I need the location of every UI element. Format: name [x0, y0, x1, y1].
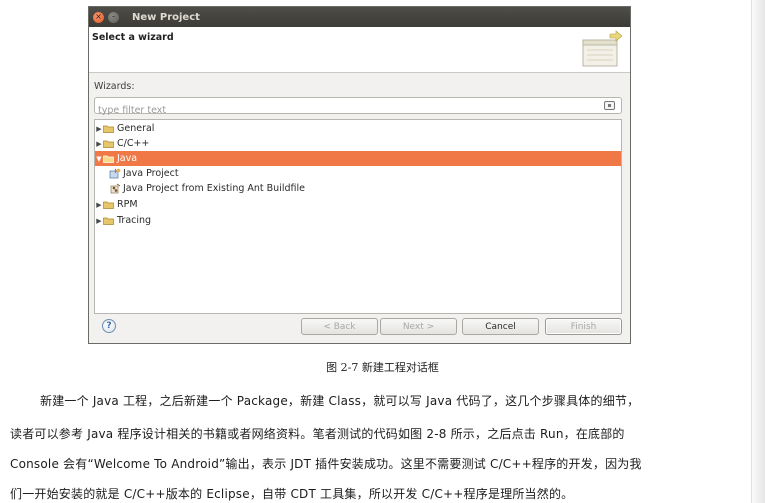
wizard-tree[interactable]: ▶ General ▶ C/C++ ▼ Java Java Project Ja…	[94, 119, 622, 314]
java-project-icon	[109, 168, 121, 179]
title-bar: × – New Project	[89, 7, 630, 27]
header-title: Select a wizard	[92, 32, 174, 43]
back-button[interactable]: < Back	[301, 318, 378, 335]
next-button[interactable]: Next >	[380, 318, 457, 335]
help-icon[interactable]: ?	[102, 319, 116, 333]
expand-arrow-icon[interactable]: ▶	[95, 140, 103, 148]
folder-icon	[103, 125, 114, 133]
tree-item-label: Java Project from Existing Ant Buildfile	[123, 183, 305, 194]
tree-item-rpm[interactable]: ▶ RPM	[95, 197, 621, 212]
page-edge	[751, 0, 765, 503]
tree-item-label: RPM	[117, 199, 138, 210]
tree-item-label: Java Project	[123, 168, 179, 179]
tree-item-tracing[interactable]: ▶ Tracing	[95, 213, 621, 228]
folder-icon	[103, 140, 114, 148]
wizard-banner-icon	[582, 30, 623, 67]
body-text-line: 们一开始安装的就是 C/C++版本的 Eclipse，自带 CDT 工具集，所以…	[10, 487, 574, 501]
body-text-line: 读者可以参考 Java 程序设计相关的书籍或者网络资料。笔者测试的代码如图 2-…	[10, 427, 625, 441]
filter-field	[94, 97, 622, 118]
tree-item-general[interactable]: ▶ General	[95, 121, 621, 136]
close-window-button[interactable]: ×	[93, 11, 104, 23]
cancel-button[interactable]: Cancel	[462, 318, 539, 335]
expand-arrow-icon[interactable]: ▶	[95, 201, 103, 209]
ant-project-icon	[109, 183, 121, 194]
tree-item-ant-project[interactable]: Java Project from Existing Ant Buildfile	[95, 181, 621, 196]
tree-item-label: C/C++	[117, 138, 150, 149]
folder-icon	[103, 201, 114, 209]
finish-button[interactable]: Finish	[545, 318, 622, 335]
filter-input[interactable]	[95, 103, 595, 118]
minimize-window-button[interactable]: –	[108, 11, 119, 23]
folder-icon	[103, 155, 114, 163]
tree-item-label: Tracing	[117, 215, 152, 226]
clear-filter-icon[interactable]	[604, 101, 615, 110]
tree-item-java[interactable]: ▼ Java	[95, 151, 621, 166]
expand-arrow-icon[interactable]: ▶	[95, 125, 103, 133]
collapse-arrow-icon[interactable]: ▼	[95, 155, 103, 163]
tree-item-label: Java	[117, 153, 138, 164]
wizard-header: Select a wizard	[89, 27, 630, 73]
body-text-line: Console 会有“Welcome To Android”输出，表示 JDT …	[10, 457, 642, 471]
expand-arrow-icon[interactable]: ▶	[95, 217, 103, 225]
wizards-label: Wizards:	[94, 81, 135, 92]
folder-icon	[103, 217, 114, 225]
tree-item-java-project[interactable]: Java Project	[95, 166, 621, 181]
tree-item-label: General	[117, 123, 155, 134]
tree-item-cpp[interactable]: ▶ C/C++	[95, 136, 621, 151]
new-project-dialog: × – New Project Select a wizard Wizards:…	[88, 6, 631, 344]
figure-caption: 图 2-7 新建工程对话框	[326, 361, 439, 374]
body-text-line: 新建一个 Java 工程，之后新建一个 Package，新建 Class，就可以…	[40, 394, 640, 408]
window-title: New Project	[132, 11, 200, 23]
